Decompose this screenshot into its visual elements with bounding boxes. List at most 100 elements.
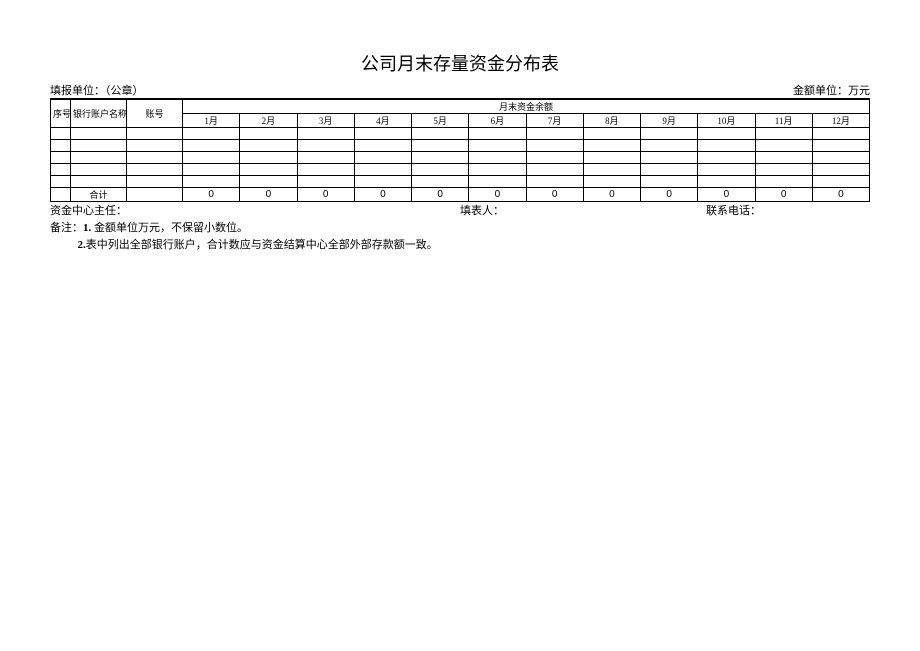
cell bbox=[412, 164, 469, 176]
cell bbox=[469, 140, 526, 152]
cell bbox=[297, 128, 354, 140]
total-cell: 0 bbox=[240, 188, 297, 202]
cell bbox=[469, 128, 526, 140]
notes: 备注：1. 金额单位万元，不保留小数位。 2.表中列出全部银行账户，合计数应与资… bbox=[50, 220, 870, 253]
cell bbox=[641, 140, 698, 152]
cell bbox=[698, 128, 755, 140]
cell bbox=[127, 164, 183, 176]
total-cell: 0 bbox=[297, 188, 354, 202]
cell bbox=[526, 164, 583, 176]
footer-phone: 联系电话： bbox=[706, 202, 870, 218]
col-month: 6月 bbox=[469, 114, 526, 128]
notes-prefix: 备注： bbox=[50, 222, 83, 234]
cell bbox=[812, 152, 869, 164]
cell bbox=[354, 164, 411, 176]
footer-row: 资金中心主任： 填表人： 联系电话： bbox=[50, 202, 870, 218]
cell bbox=[755, 176, 812, 188]
cell bbox=[526, 140, 583, 152]
cell bbox=[51, 176, 71, 188]
cell bbox=[240, 176, 297, 188]
cell bbox=[51, 128, 71, 140]
cell bbox=[641, 176, 698, 188]
table-row bbox=[51, 128, 870, 140]
cell bbox=[812, 128, 869, 140]
cell bbox=[412, 176, 469, 188]
cell bbox=[297, 140, 354, 152]
cell bbox=[127, 128, 183, 140]
cell bbox=[240, 140, 297, 152]
col-month: 4月 bbox=[354, 114, 411, 128]
note1-text: 金额单位万元，不保留小数位。 bbox=[91, 222, 248, 234]
note1-num: 1. bbox=[83, 222, 91, 234]
cell bbox=[354, 152, 411, 164]
total-label: 合计 bbox=[71, 188, 127, 202]
col-balance-header: 月末资金余额 bbox=[183, 100, 870, 114]
cell bbox=[354, 128, 411, 140]
unit-label: 金额单位：万元 bbox=[793, 82, 870, 98]
cell bbox=[698, 164, 755, 176]
total-cell: 0 bbox=[812, 188, 869, 202]
cell bbox=[183, 176, 240, 188]
total-cell: 0 bbox=[183, 188, 240, 202]
cell bbox=[526, 152, 583, 164]
cell bbox=[71, 176, 127, 188]
col-month: 7月 bbox=[526, 114, 583, 128]
cell bbox=[698, 152, 755, 164]
cell bbox=[354, 176, 411, 188]
footer-director: 资金中心主任： bbox=[50, 202, 460, 218]
cell bbox=[526, 176, 583, 188]
cell bbox=[412, 140, 469, 152]
cell bbox=[297, 164, 354, 176]
col-month: 9月 bbox=[641, 114, 698, 128]
total-cell: 0 bbox=[412, 188, 469, 202]
total-cell: 0 bbox=[755, 188, 812, 202]
cell bbox=[469, 164, 526, 176]
cell bbox=[412, 128, 469, 140]
cell bbox=[71, 152, 127, 164]
table-row bbox=[51, 176, 870, 188]
footer-filler: 填表人： bbox=[460, 202, 706, 218]
cell bbox=[755, 152, 812, 164]
cell bbox=[641, 128, 698, 140]
col-month: 12月 bbox=[812, 114, 869, 128]
cell bbox=[812, 164, 869, 176]
col-month: 3月 bbox=[297, 114, 354, 128]
cell bbox=[183, 152, 240, 164]
cell bbox=[297, 176, 354, 188]
cell bbox=[51, 164, 71, 176]
cell bbox=[354, 140, 411, 152]
col-bank-name: 银行账户名称 bbox=[71, 100, 127, 128]
page-title: 公司月末存量资金分布表 bbox=[50, 50, 870, 76]
table-row bbox=[51, 140, 870, 152]
cell bbox=[698, 140, 755, 152]
cell bbox=[71, 164, 127, 176]
total-cell: 0 bbox=[583, 188, 640, 202]
cell bbox=[812, 140, 869, 152]
cell bbox=[755, 140, 812, 152]
cell bbox=[183, 164, 240, 176]
cell bbox=[51, 188, 71, 202]
note2-num: 2. bbox=[78, 239, 86, 251]
cell bbox=[812, 176, 869, 188]
table-row bbox=[51, 152, 870, 164]
total-cell: 0 bbox=[469, 188, 526, 202]
cell bbox=[240, 164, 297, 176]
cell bbox=[183, 128, 240, 140]
col-month: 2月 bbox=[240, 114, 297, 128]
cell bbox=[240, 152, 297, 164]
total-cell: 0 bbox=[354, 188, 411, 202]
note2-text: 表中列出全部银行账户，合计数应与资金结算中心全部外部存款额一致。 bbox=[86, 239, 438, 251]
table-header-row: 序号 银行账户名称 账号 月末资金余额 bbox=[51, 100, 870, 114]
cell bbox=[183, 140, 240, 152]
col-month: 5月 bbox=[412, 114, 469, 128]
cell bbox=[71, 128, 127, 140]
cell bbox=[583, 176, 640, 188]
total-cell: 0 bbox=[641, 188, 698, 202]
cell bbox=[526, 128, 583, 140]
cell bbox=[127, 176, 183, 188]
cell bbox=[297, 152, 354, 164]
cell bbox=[755, 164, 812, 176]
col-month: 10月 bbox=[698, 114, 755, 128]
total-row: 合计000000000000 bbox=[51, 188, 870, 202]
cell bbox=[71, 140, 127, 152]
